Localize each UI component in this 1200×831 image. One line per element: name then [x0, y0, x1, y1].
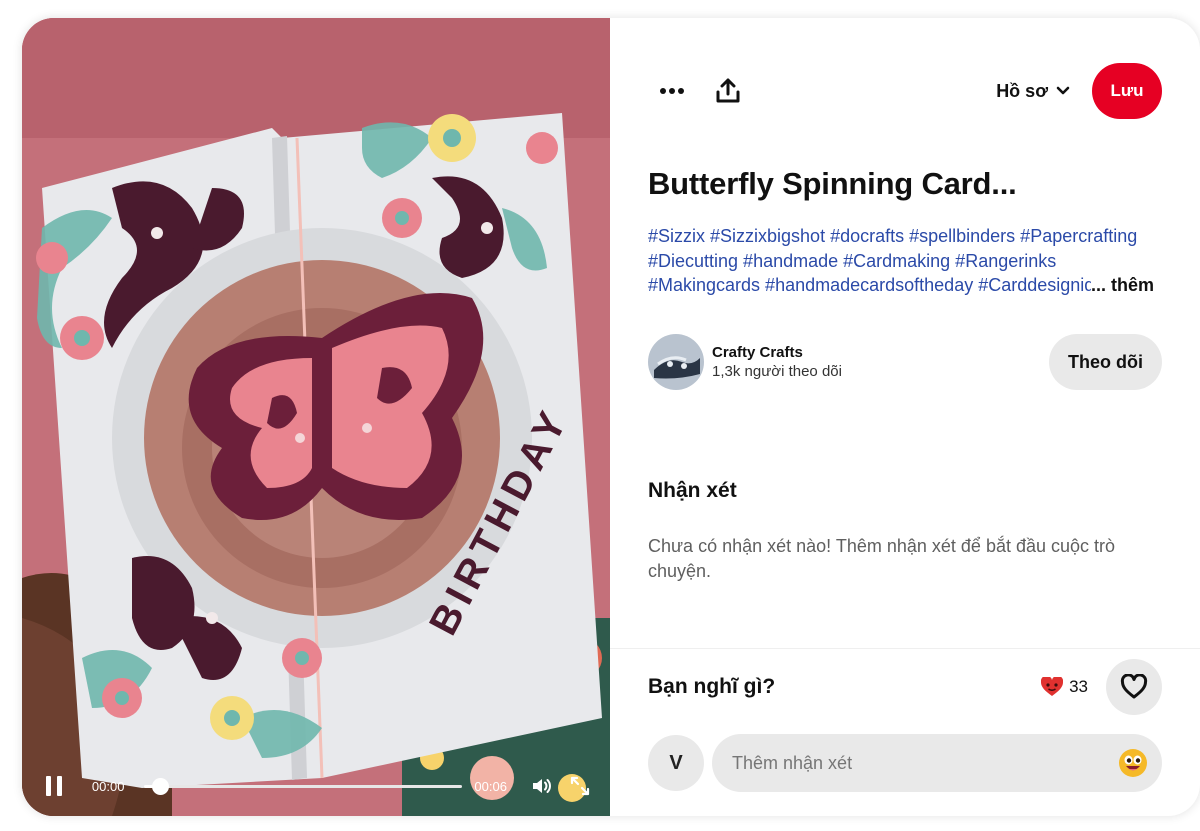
pin-closeup: BIRTHDAY 00:00 00:06 Hồ sơ Lưu Butterfly…: [22, 18, 1200, 816]
scrubber-handle[interactable]: [151, 777, 169, 795]
pin-title: Butterfly Spinning Card...: [648, 166, 1017, 201]
total-time: 00:06: [474, 778, 507, 794]
creator-avatar[interactable]: [648, 334, 704, 390]
heart-eyes-emoji-icon: [1041, 677, 1064, 696]
reaction-count-value: 33: [1069, 677, 1088, 696]
description-line: #Makingcards #handmadecardsoftheday #Car…: [648, 273, 1168, 298]
pin-description: #Sizzix #Sizzixbigshot #docrafts #spellb…: [648, 224, 1168, 298]
react-button[interactable]: [1106, 659, 1162, 715]
fullscreen-icon[interactable]: [566, 772, 594, 800]
comment-input[interactable]: [732, 752, 1118, 774]
smiley-emoji-icon[interactable]: [1118, 748, 1148, 778]
user-avatar[interactable]: V: [648, 735, 704, 791]
follow-button[interactable]: Theo dõi: [1049, 334, 1162, 390]
description-line: #Diecutting #handmade #Cardmaking #Range…: [648, 250, 1057, 271]
current-time: 00:00: [91, 778, 125, 794]
save-button[interactable]: Lưu: [1092, 63, 1162, 119]
creator-name[interactable]: Crafty Crafts: [712, 344, 1049, 361]
description-line-text: #Makingcards #handmadecardsoftheday #Car…: [648, 275, 1091, 295]
description-line: #Sizzix #Sizzixbigshot #docrafts #spellb…: [648, 226, 1138, 246]
pin-toolbar: Hồ sơ Lưu: [648, 63, 1162, 119]
pin-details-panel: Hồ sơ Lưu Butterfly Spinning Card... #Si…: [610, 18, 1200, 816]
more-horizontal-icon: [660, 88, 684, 94]
comment-input-wrapper: [712, 734, 1162, 792]
see-more-link[interactable]: ... thêm: [1091, 275, 1154, 295]
profile-dropdown-label: Hồ sơ: [996, 80, 1048, 101]
pause-button[interactable]: [42, 774, 66, 798]
comments-heading: Nhận xét: [648, 479, 737, 502]
video-controls: 00:00 00:06: [22, 756, 610, 816]
follower-count: 1,3k người theo dõi: [712, 363, 842, 380]
reaction-prompt: Bạn nghĩ gì?: [648, 675, 776, 698]
share-button[interactable]: [704, 67, 752, 115]
board-profile-dropdown[interactable]: Hồ sơ: [996, 81, 1070, 102]
divider: [610, 648, 1200, 649]
video-frame: BIRTHDAY: [22, 18, 610, 816]
creator-info: Crafty Crafts 1,3k người theo dõi: [712, 344, 1049, 380]
creator-row: Crafty Crafts 1,3k người theo dõi Theo d…: [648, 334, 1162, 390]
reaction-row: Bạn nghĩ gì? 33: [648, 659, 1162, 715]
more-options-button[interactable]: [648, 67, 696, 115]
share-upload-icon: [716, 78, 740, 103]
chevron-down-icon: [1056, 86, 1070, 95]
pin-video[interactable]: BIRTHDAY 00:00 00:06: [22, 18, 610, 816]
volume-icon[interactable]: [528, 772, 556, 800]
heart-outline-icon: [1120, 674, 1148, 699]
reaction-count[interactable]: 33: [1041, 677, 1088, 697]
empty-comments-text: Chưa có nhận xét nào! Thêm nhận xét để b…: [648, 536, 1116, 581]
video-scrubber[interactable]: [143, 777, 463, 795]
comment-composer: V: [648, 734, 1162, 792]
